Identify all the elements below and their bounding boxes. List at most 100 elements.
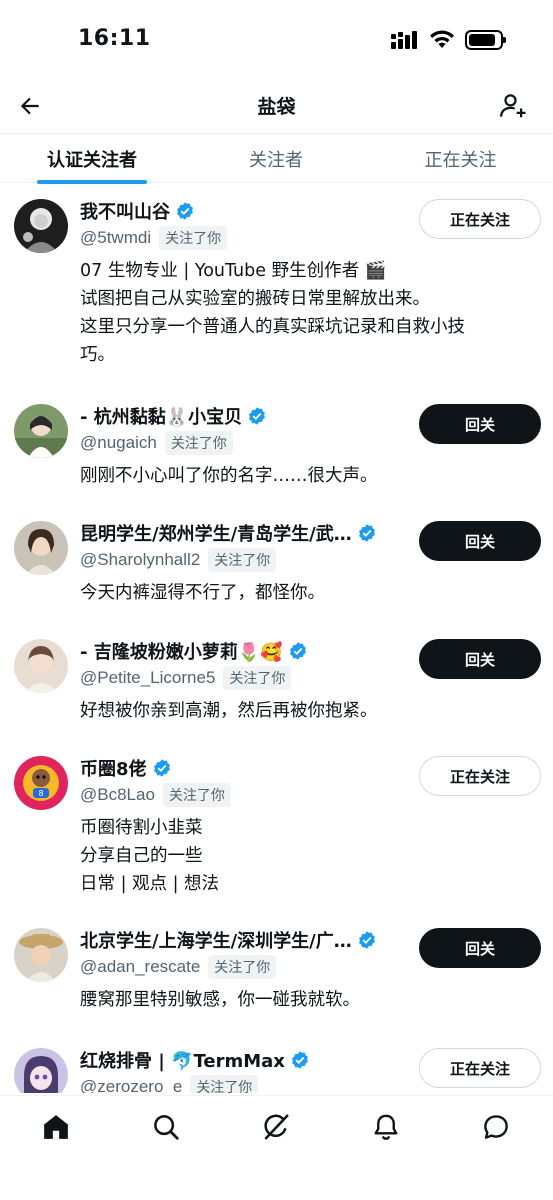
home-icon <box>44 1115 68 1139</box>
follows-you-badge: 关注了你 <box>162 783 231 807</box>
handle-line: @Sharolynhall2 关注了你 <box>80 547 410 573</box>
messages-icon <box>484 1115 508 1139</box>
following-button[interactable]: 正在关注 <box>419 199 541 239</box>
user-bio: 刚刚不小心叫了你的名字……很大声。 <box>80 462 530 490</box>
bio-line: 今天内裤湿得不行了，都怪你。 <box>80 583 325 603</box>
tab-verified-followers[interactable]: 认证关注者 <box>0 134 184 184</box>
name-line: 昆明学生/郑州学生/青岛学生/武… <box>80 519 410 547</box>
user-row[interactable]: 昆明学生/郑州学生/青岛学生/武… @Sharolynhall2 关注了你 今天… <box>0 505 553 623</box>
avatar[interactable]: 8 <box>14 756 68 810</box>
follows-you-badge: 关注了你 <box>159 226 228 250</box>
bio-line: 巧。 <box>80 345 115 365</box>
name-line: - 吉隆坡粉嫩小萝莉🌷🥰 <box>80 637 410 665</box>
display-name[interactable]: 北京学生/上海学生/深圳学生/广… <box>80 927 352 953</box>
tab-label: 认证关注者 <box>47 149 137 171</box>
avatar[interactable] <box>14 1048 68 1093</box>
bio-line: 分享自己的一些 <box>80 846 203 866</box>
avatar[interactable] <box>14 199 68 253</box>
nav-search[interactable] <box>146 1110 186 1144</box>
bio-line: 日常 | 观点 | 想法 <box>80 874 220 894</box>
add-user-button[interactable] <box>495 88 531 124</box>
page-title: 盐袋 <box>257 96 296 118</box>
follow-back-button[interactable]: 回关 <box>419 639 541 679</box>
verified-badge-icon <box>358 524 375 542</box>
avatar-image <box>14 1048 68 1093</box>
bio-line: 好想被你亲到高潮，然后再被你抱紧。 <box>80 701 378 721</box>
avatar-image: 8 <box>14 756 68 810</box>
user-bio: 腰窝那里特别敏感，你一碰我就软。 <box>80 986 530 1014</box>
name-line: 红烧排骨 | 🐬TermMax <box>80 1046 410 1074</box>
nav-home[interactable] <box>36 1110 76 1144</box>
user-info: 昆明学生/郑州学生/青岛学生/武… @Sharolynhall2 关注了你 今天… <box>80 519 410 607</box>
follow-back-button[interactable]: 回关 <box>419 521 541 561</box>
display-name[interactable]: - 吉隆坡粉嫩小萝莉🌷🥰 <box>80 638 283 664</box>
grok-icon <box>264 1114 289 1140</box>
bio-line: 这里只分享一个普通人的真实踩坑记录和自救小技 <box>80 317 465 337</box>
user-bio: 币圈待割小韭菜 分享自己的一些 日常 | 观点 | 想法 <box>80 814 530 898</box>
display-name[interactable]: 我不叫山谷 <box>80 198 170 224</box>
search-icon <box>154 1115 179 1140</box>
tab-label: 关注者 <box>249 149 303 171</box>
user-row[interactable]: 红烧排骨 | 🐬TermMax @zerozero_e 关注了你 正在关注 <box>0 1032 553 1093</box>
verified-badge-icon <box>292 1051 308 1069</box>
user-handle: @zerozero_e <box>80 1077 183 1093</box>
verified-badge-icon <box>358 931 375 949</box>
avatar[interactable] <box>14 928 68 982</box>
svg-text:8: 8 <box>38 789 43 798</box>
bio-line: 币圈待割小韭菜 <box>80 818 203 838</box>
add-user-icon <box>500 94 526 118</box>
bell-icon <box>374 1114 398 1140</box>
display-name[interactable]: 红烧排骨 | 🐬TermMax <box>80 1047 285 1073</box>
user-handle: @5twmdi <box>80 228 152 247</box>
signal-icon <box>391 31 417 49</box>
tab-label: 正在关注 <box>424 149 497 171</box>
nav-messages[interactable] <box>476 1110 516 1144</box>
bottom-nav <box>0 1095 553 1200</box>
follows-you-badge: 关注了你 <box>223 666 292 690</box>
user-row[interactable]: - 吉隆坡粉嫩小萝莉🌷🥰 @Petite_Licorne5 关注了你 好想被你亲… <box>0 623 553 740</box>
user-row[interactable]: 我不叫山谷 @5twmdi 关注了你 07 生物专业 | YouTube 野生创… <box>0 183 553 388</box>
tab-bar: 认证关注者 关注者 正在关注 <box>0 133 553 184</box>
display-name[interactable]: - 杭州黏黏🐰小宝贝 <box>80 403 242 429</box>
verified-badge-icon <box>289 642 306 660</box>
avatar-image <box>14 521 68 575</box>
follows-you-badge: 关注了你 <box>208 548 277 572</box>
user-info: 币圈8佬 @Bc8Lao 关注了你 币圈待割小韭菜 分享自己的一些 日常 | 观… <box>80 754 410 898</box>
nav-notifications[interactable] <box>366 1110 406 1144</box>
avatar[interactable] <box>14 521 68 575</box>
nav-grok[interactable] <box>256 1110 296 1144</box>
name-line: 我不叫山谷 <box>80 197 410 225</box>
user-row[interactable]: - 杭州黏黏🐰小宝贝 @nugaich 关注了你 刚刚不小心叫了你的名字……很大… <box>0 388 553 505</box>
display-name[interactable]: 昆明学生/郑州学生/青岛学生/武… <box>80 520 352 546</box>
tab-following[interactable]: 正在关注 <box>368 134 553 183</box>
handle-line: @5twmdi 关注了你 <box>80 225 410 251</box>
bio-line: 试图把自己从实验室的搬砖日常里解放出来。 <box>80 289 430 309</box>
user-row[interactable]: 北京学生/上海学生/深圳学生/广… @adan_rescate 关注了你 腰窝那… <box>0 912 553 1032</box>
follow-back-button[interactable]: 回关 <box>419 928 541 968</box>
avatar-image <box>14 199 68 253</box>
user-bio: 今天内裤湿得不行了，都怪你。 <box>80 579 530 607</box>
bio-line: 刚刚不小心叫了你的名字……很大声。 <box>80 466 378 486</box>
avatar-image <box>14 639 68 693</box>
follow-back-button[interactable]: 回关 <box>419 404 541 444</box>
user-info: - 杭州黏黏🐰小宝贝 @nugaich 关注了你 刚刚不小心叫了你的名字……很大… <box>80 402 410 490</box>
handle-line: @adan_rescate 关注了你 <box>80 954 410 980</box>
battery-icon <box>465 30 506 50</box>
user-info: 北京学生/上海学生/深圳学生/广… @adan_rescate 关注了你 腰窝那… <box>80 926 410 1014</box>
status-bar: 16:11 <box>0 0 553 80</box>
header: 盐袋 <box>0 80 553 132</box>
avatar[interactable] <box>14 639 68 693</box>
user-list: 我不叫山谷 @5twmdi 关注了你 07 生物专业 | YouTube 野生创… <box>0 183 553 1093</box>
tab-followers[interactable]: 关注者 <box>184 134 368 183</box>
handle-line: @zerozero_e 关注了你 <box>80 1074 410 1093</box>
avatar[interactable] <box>14 404 68 458</box>
follows-you-badge: 关注了你 <box>208 955 277 979</box>
avatar-image <box>14 928 68 982</box>
wifi-icon <box>430 30 454 48</box>
user-row[interactable]: 8 币圈8佬 @Bc8Lao 关注了你 币圈待割小韭菜 分享自己的一些 日常 |… <box>0 740 553 912</box>
display-name[interactable]: 币圈8佬 <box>80 755 147 781</box>
user-handle: @adan_rescate <box>80 957 201 976</box>
following-button[interactable]: 正在关注 <box>419 1048 541 1088</box>
avatar-image <box>14 404 68 458</box>
following-button[interactable]: 正在关注 <box>419 756 541 796</box>
